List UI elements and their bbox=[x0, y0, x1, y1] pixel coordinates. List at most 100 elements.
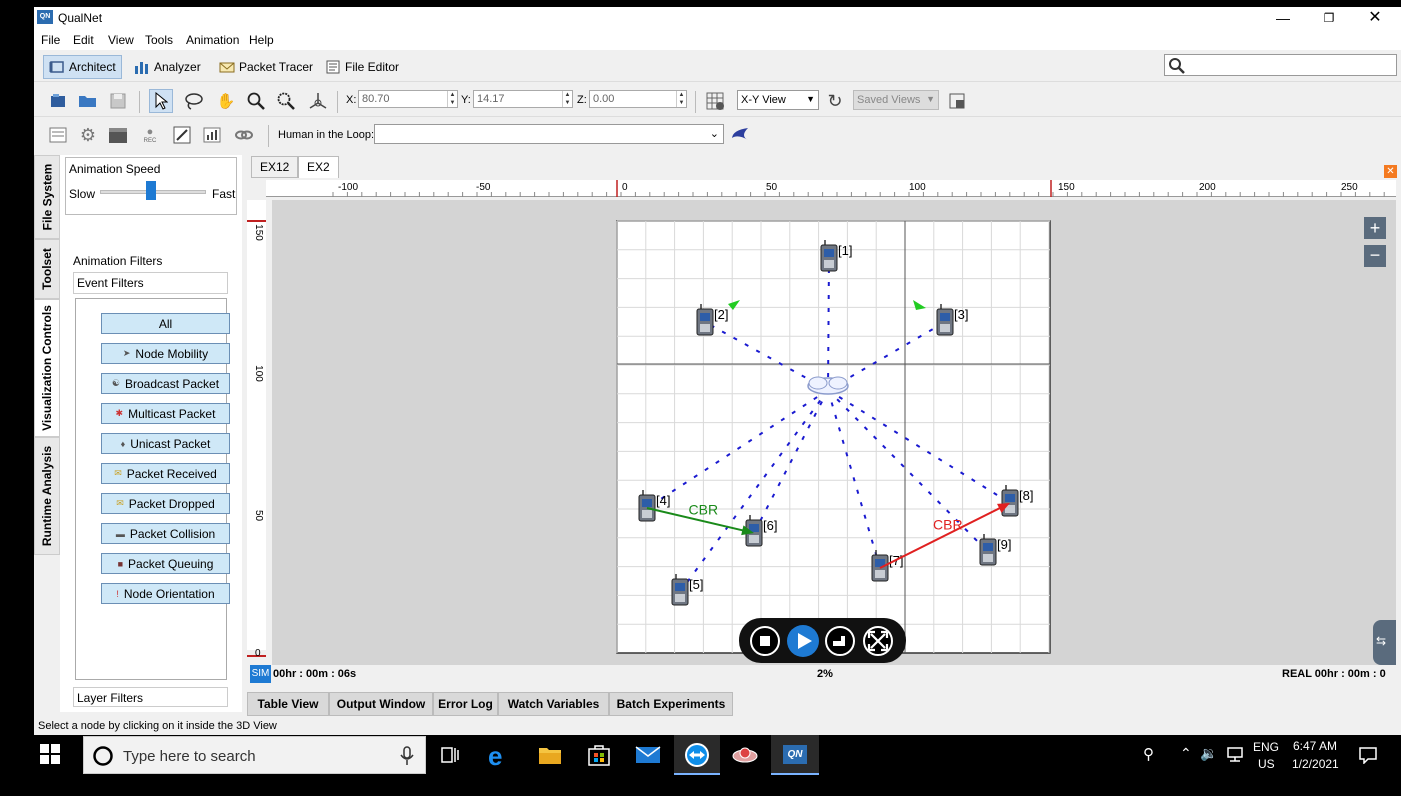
taskbar-search-box[interactable]: Type here to search bbox=[83, 736, 426, 774]
tab-toolset[interactable]: Toolset bbox=[34, 239, 60, 299]
zoom-tool-button[interactable] bbox=[244, 89, 268, 113]
tab-table-view[interactable]: Table View bbox=[247, 692, 329, 716]
task-view-icon bbox=[441, 747, 459, 763]
packet-tracer-mode-button[interactable]: Packet Tracer bbox=[214, 55, 318, 79]
menu-view[interactable]: View bbox=[108, 33, 134, 47]
clock-time[interactable]: 6:47 AM bbox=[1293, 739, 1337, 753]
human-in-loop-input[interactable]: ⌄ bbox=[374, 124, 724, 144]
human-in-loop-send-button[interactable] bbox=[728, 123, 752, 147]
minimize-button[interactable]: — bbox=[1260, 7, 1306, 29]
language-indicator[interactable]: ENG bbox=[1253, 740, 1279, 754]
analyzer-mode-button[interactable]: Analyzer bbox=[129, 55, 206, 79]
y-spinner[interactable]: ▲ ▼ bbox=[562, 91, 572, 107]
lasso-tool-button[interactable] bbox=[182, 89, 206, 113]
ruler-label: 50 bbox=[766, 182, 778, 193]
zoom-region-button[interactable] bbox=[274, 89, 298, 113]
z-coord-field[interactable]: 0.00 ▲ ▼ bbox=[589, 90, 687, 108]
start-button[interactable] bbox=[40, 744, 60, 767]
filter-packet-received-button[interactable]: ✉ Packet Received bbox=[101, 463, 230, 484]
play-button[interactable] bbox=[787, 625, 819, 657]
link-tool-button[interactable] bbox=[232, 123, 256, 147]
edit-scenario-button[interactable] bbox=[170, 123, 194, 147]
edge-browser-button[interactable]: e bbox=[488, 741, 502, 772]
z-spinner[interactable]: ▲ ▼ bbox=[676, 91, 686, 107]
filter-node-mobility-button[interactable]: ➤ Node Mobility bbox=[101, 343, 230, 364]
filter-all-button[interactable]: All bbox=[101, 313, 230, 334]
scenario-properties-button[interactable] bbox=[46, 123, 70, 147]
menu-tools[interactable]: Tools bbox=[145, 33, 173, 47]
filter-packet-collision-button[interactable]: ▬ Packet Collision bbox=[101, 523, 230, 544]
filter-packet-queuing-button[interactable]: ■ Packet Queuing bbox=[101, 553, 230, 574]
stop-button[interactable] bbox=[750, 626, 780, 656]
settings-button[interactable]: ⚙ bbox=[76, 123, 100, 147]
clock-date[interactable]: 1/2/2021 bbox=[1292, 757, 1339, 771]
file-editor-mode-button[interactable]: File Editor bbox=[320, 55, 404, 79]
scenario-viewport[interactable]: [1][2][3][4][5][6][7][8][9] CBRCBR + − ⇆ bbox=[272, 200, 1396, 670]
grid-settings-button[interactable] bbox=[703, 89, 727, 113]
notifications-button[interactable] bbox=[1359, 746, 1377, 767]
reset-view-button[interactable]: ↻ bbox=[823, 89, 847, 113]
filter-multicast-packet-button[interactable]: ✱ Multicast Packet bbox=[101, 403, 230, 424]
open-button[interactable] bbox=[76, 89, 100, 113]
pan-tool-button[interactable]: ✋ bbox=[214, 89, 238, 113]
new-file-icon bbox=[51, 94, 65, 107]
tab-file-system[interactable]: File System bbox=[34, 155, 60, 239]
close-button[interactable]: ✕ bbox=[1352, 7, 1398, 29]
network-button[interactable] bbox=[1226, 745, 1244, 766]
y-coord-field[interactable]: 14.17 ▲ ▼ bbox=[473, 90, 573, 108]
statistics-button[interactable] bbox=[200, 123, 224, 147]
tab-visualization-controls[interactable]: Visualization Controls bbox=[34, 299, 60, 437]
restore-button[interactable]: ❐ bbox=[1306, 7, 1352, 29]
menu-animation[interactable]: Animation bbox=[186, 33, 239, 47]
collapse-side-handle[interactable]: ⇆ bbox=[1373, 620, 1396, 665]
menu-file[interactable]: File bbox=[41, 33, 60, 47]
menu-help[interactable]: Help bbox=[249, 33, 274, 47]
layer-filters-header[interactable]: Layer Filters bbox=[73, 687, 228, 707]
save-view-button[interactable] bbox=[945, 89, 969, 113]
record-button[interactable]: ● REC bbox=[138, 123, 162, 147]
zoom-out-button[interactable]: − bbox=[1364, 245, 1386, 267]
teamviewer-button[interactable] bbox=[674, 735, 720, 775]
fullscreen-button[interactable] bbox=[863, 626, 893, 656]
tab-ex2[interactable]: EX2 bbox=[298, 156, 339, 178]
save-button[interactable] bbox=[106, 89, 130, 113]
rotate-3d-button[interactable] bbox=[306, 89, 330, 113]
tab-output-window[interactable]: Output Window bbox=[329, 692, 433, 716]
tab-batch-experiments[interactable]: Batch Experiments bbox=[609, 692, 733, 716]
select-tool-button[interactable] bbox=[149, 89, 173, 113]
view-select[interactable]: X-Y View ▼ bbox=[737, 90, 819, 110]
zoom-in-button[interactable]: + bbox=[1364, 217, 1386, 239]
store-button[interactable] bbox=[587, 742, 611, 769]
satellite-app-button[interactable] bbox=[731, 743, 759, 770]
step-button[interactable] bbox=[825, 626, 855, 656]
speed-slider-thumb[interactable] bbox=[146, 181, 156, 200]
new-scenario-button[interactable] bbox=[46, 89, 70, 113]
mail-button[interactable] bbox=[635, 746, 661, 767]
people-button[interactable]: ⚲ bbox=[1143, 745, 1154, 763]
volume-button[interactable]: 🔉 bbox=[1200, 745, 1217, 762]
tab-ex12[interactable]: EX12 bbox=[251, 156, 299, 178]
qualnet-taskbar-button[interactable]: QN bbox=[771, 735, 819, 775]
x-spinner[interactable]: ▲ ▼ bbox=[447, 91, 457, 107]
architect-mode-button[interactable]: Architect bbox=[43, 55, 122, 79]
filter-unicast-packet-button[interactable]: ♦ Unicast Packet bbox=[101, 433, 230, 454]
region-indicator[interactable]: US bbox=[1258, 757, 1275, 771]
filter-node-orientation-button[interactable]: ! Node Orientation bbox=[101, 583, 230, 604]
tab-error-log[interactable]: Error Log bbox=[433, 692, 498, 716]
filter-packet-dropped-button[interactable]: ✉ Packet Dropped bbox=[101, 493, 230, 514]
saved-views-select[interactable]: Saved Views ▼ bbox=[853, 90, 939, 110]
menu-edit[interactable]: Edit bbox=[73, 33, 94, 47]
human-in-loop-label: Human in the Loop: bbox=[278, 129, 375, 141]
tab-runtime-analysis[interactable]: Runtime Analysis bbox=[34, 437, 60, 555]
event-filters-header[interactable]: Event Filters bbox=[73, 272, 228, 294]
run-toolbar: ⚙ ● REC Human in the Loop: ⌄ bbox=[34, 119, 1401, 151]
search-input[interactable] bbox=[1164, 54, 1397, 76]
run-simulation-button[interactable] bbox=[106, 123, 130, 147]
show-hidden-icons-button[interactable]: ⌃ bbox=[1180, 745, 1192, 762]
x-coord-field[interactable]: 80.70 ▲ ▼ bbox=[358, 90, 458, 108]
task-view-button[interactable] bbox=[440, 745, 460, 768]
close-tab-button[interactable]: ✕ bbox=[1384, 165, 1397, 178]
tab-watch-variables[interactable]: Watch Variables bbox=[498, 692, 609, 716]
file-explorer-button[interactable] bbox=[538, 744, 562, 769]
filter-broadcast-packet-button[interactable]: ☯ Broadcast Packet bbox=[101, 373, 230, 394]
